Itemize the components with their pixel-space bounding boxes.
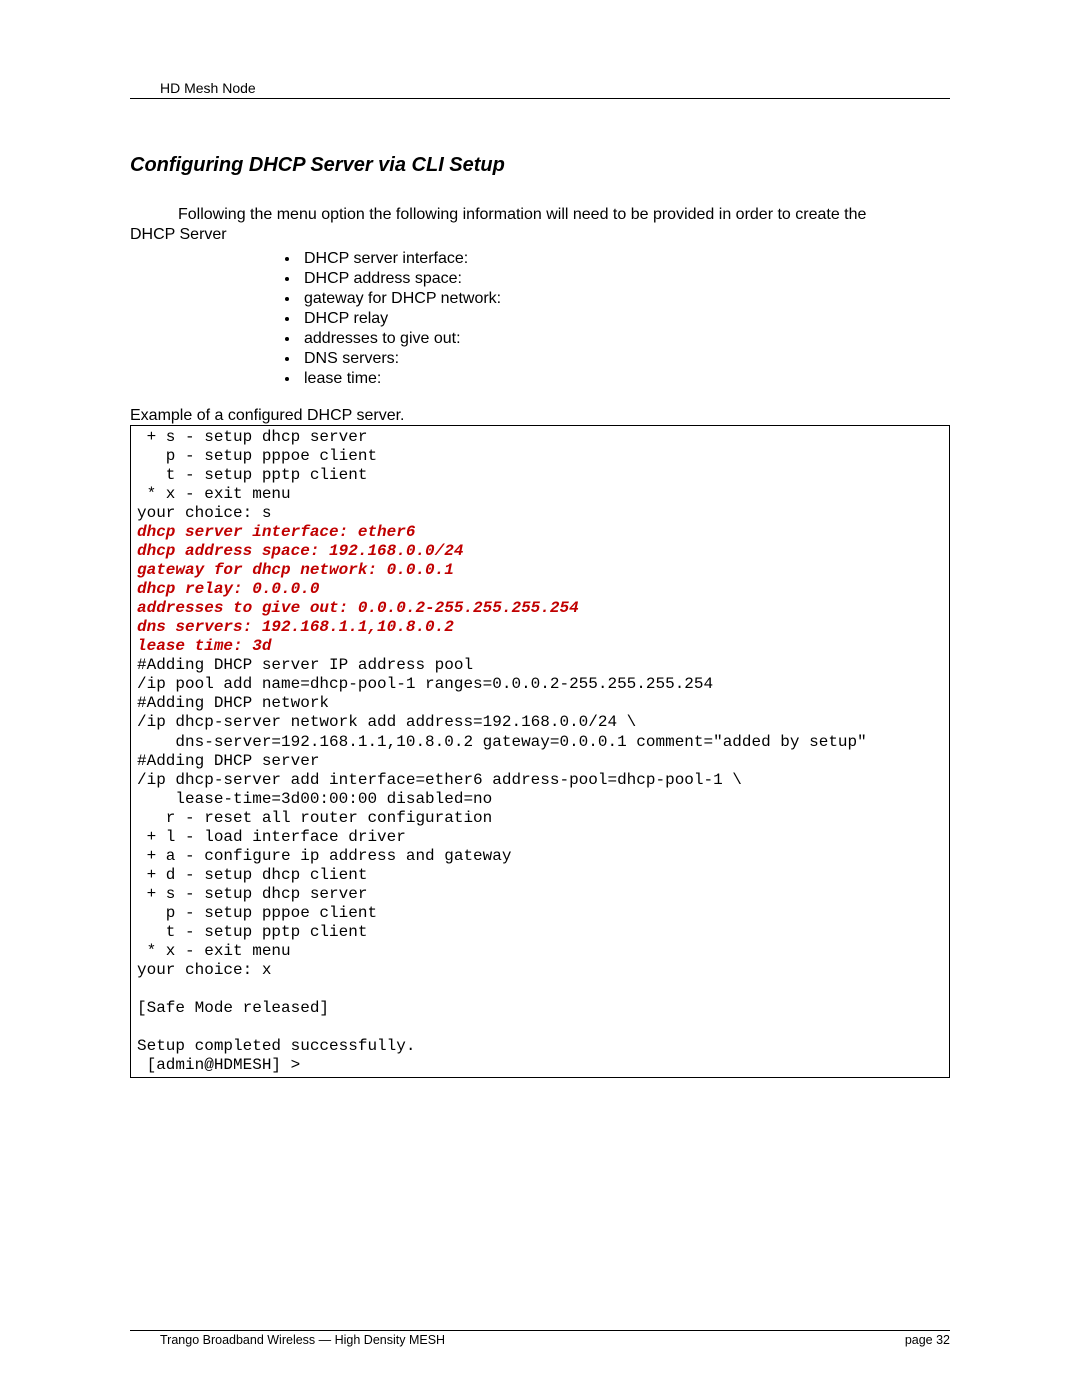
code-line: t - setup pptp client [137,923,367,941]
code-highlight: dhcp relay: 0.0.0.0 [137,580,319,598]
code-highlight: dhcp address space: 192.168.0.0/24 [137,542,463,560]
code-line: [Safe Mode released] [137,999,329,1017]
code-line: lease-time=3d00:00:00 disabled=no [137,790,492,808]
intro-line-1: Following the menu option the following … [178,206,866,223]
footer-page-number: page 32 [905,1333,950,1347]
page-footer: Trango Broadband Wireless — High Density… [130,1330,950,1347]
code-line: + s - setup dhcp server [137,428,367,446]
document-page: HD Mesh Node Configuring DHCP Server via… [0,0,1080,1397]
code-line: #Adding DHCP server [137,752,319,770]
footer-left-text: Trango Broadband Wireless — High Density… [160,1333,445,1347]
code-line: + s - setup dhcp server [137,885,367,903]
code-line: + d - setup dhcp client [137,866,367,884]
intro-line-2: DHCP Server [130,226,227,243]
header-title: HD Mesh Node [130,80,950,96]
code-highlight: gateway for dhcp network: 0.0.0.1 [137,561,454,579]
code-line: your choice: x [137,961,271,979]
code-highlight: dns servers: 192.168.1.1,10.8.0.2 [137,618,454,636]
code-line: + a - configure ip address and gateway [137,847,511,865]
code-line: * x - exit menu [137,485,291,503]
list-item: DHCP address space: [300,269,950,289]
code-line: t - setup pptp client [137,466,367,484]
code-highlight: lease time: 3d [137,637,271,655]
intro-paragraph: Following the menu option the following … [130,205,950,245]
code-line: + l - load interface driver [137,828,406,846]
code-line: /ip dhcp-server add interface=ether6 add… [137,771,742,789]
code-line: p - setup pppoe client [137,447,377,465]
page-header: HD Mesh Node [130,80,950,99]
cli-output-box: + s - setup dhcp server p - setup pppoe … [130,425,950,1078]
code-line: r - reset all router configuration [137,809,492,827]
code-line: #Adding DHCP server IP address pool [137,656,473,674]
list-item: DHCP server interface: [300,249,950,269]
code-line: p - setup pppoe client [137,904,377,922]
code-line: dns-server=192.168.1.1,10.8.0.2 gateway=… [137,733,867,751]
code-line: * x - exit menu [137,942,291,960]
code-line: your choice: s [137,504,271,522]
code-line: /ip dhcp-server network add address=192.… [137,713,636,731]
section-heading: Configuring DHCP Server via CLI Setup [130,154,950,177]
list-item: DHCP relay [300,309,950,329]
list-item: gateway for DHCP network: [300,289,950,309]
requirements-list: DHCP server interface: DHCP address spac… [130,249,950,389]
example-caption: Example of a configured DHCP server. [130,407,950,425]
code-line: /ip pool add name=dhcp-pool-1 ranges=0.0… [137,675,713,693]
list-item: DNS servers: [300,349,950,369]
code-line: #Adding DHCP network [137,694,329,712]
code-line: [admin@HDMESH] > [137,1056,300,1074]
code-highlight: addresses to give out: 0.0.0.2-255.255.2… [137,599,579,617]
code-highlight: dhcp server interface: ether6 [137,523,415,541]
list-item: addresses to give out: [300,329,950,349]
code-line: Setup completed successfully. [137,1037,415,1055]
list-item: lease time: [300,369,950,389]
